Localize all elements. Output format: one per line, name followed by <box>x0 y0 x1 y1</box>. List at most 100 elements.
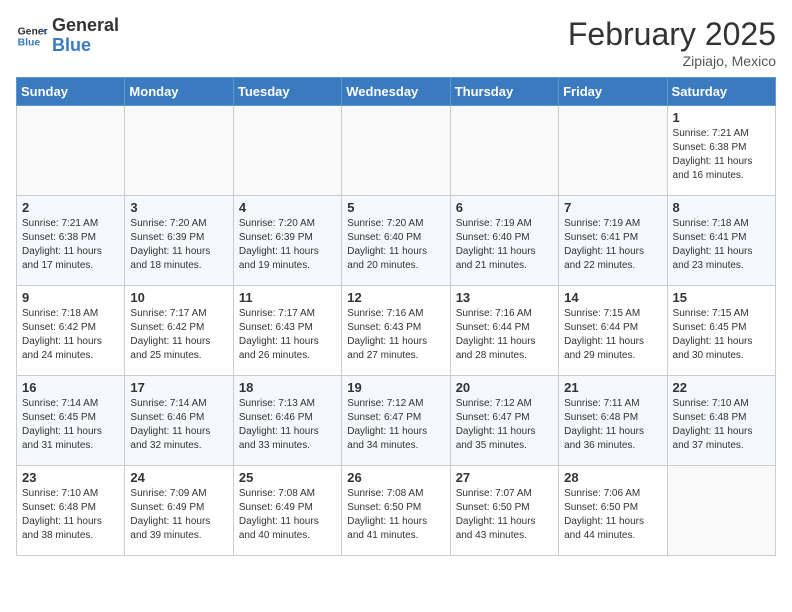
calendar-week-row: 2 Sunrise: 7:21 AM Sunset: 6:38 PM Daylig… <box>17 196 776 286</box>
calendar-cell: 12 Sunrise: 7:16 AM Sunset: 6:43 PM Dayli… <box>342 286 450 376</box>
calendar-cell: 11 Sunrise: 7:17 AM Sunset: 6:43 PM Dayli… <box>233 286 341 376</box>
day-number: 27 <box>456 470 553 485</box>
day-number: 16 <box>22 380 119 395</box>
day-number: 21 <box>564 380 661 395</box>
day-info: Sunrise: 7:21 AM Sunset: 6:38 PM Dayligh… <box>22 217 119 273</box>
calendar-cell: 23 Sunrise: 7:10 AM Sunset: 6:48 PM Dayli… <box>17 466 125 556</box>
day-number: 4 <box>239 200 336 215</box>
day-number: 1 <box>673 110 770 125</box>
calendar-cell: 19Sunrise: 7:12 AM Sunset: 6:47 PM Dayli… <box>342 376 450 466</box>
day-info: Sunrise: 7:21 AM Sunset: 6:38 PM Dayligh… <box>673 127 770 183</box>
day-number: 18 <box>239 380 336 395</box>
day-info: Sunrise: 7:11 AM Sunset: 6:48 PM Dayligh… <box>564 397 661 453</box>
calendar-cell: 8 Sunrise: 7:18 AM Sunset: 6:41 PM Daylig… <box>667 196 775 286</box>
day-info: Sunrise: 7:10 AM Sunset: 6:48 PM Dayligh… <box>673 397 770 453</box>
calendar-cell: 26 Sunrise: 7:08 AM Sunset: 6:50 PM Dayli… <box>342 466 450 556</box>
calendar-cell: 9Sunrise: 7:18 AM Sunset: 6:42 PM Daylig… <box>17 286 125 376</box>
calendar-cell: 21 Sunrise: 7:11 AM Sunset: 6:48 PM Dayli… <box>559 376 667 466</box>
calendar-cell: 22 Sunrise: 7:10 AM Sunset: 6:48 PM Dayli… <box>667 376 775 466</box>
month-year-title: February 2025 <box>568 16 776 53</box>
logo-icon: General Blue <box>16 20 48 52</box>
day-info: Sunrise: 7:08 AM Sunset: 6:49 PM Dayligh… <box>239 487 336 543</box>
calendar-cell: 20 Sunrise: 7:12 AM Sunset: 6:47 PM Dayli… <box>450 376 558 466</box>
calendar-cell: 5 Sunrise: 7:20 AM Sunset: 6:40 PM Daylig… <box>342 196 450 286</box>
day-number: 24 <box>130 470 227 485</box>
day-number: 11 <box>239 290 336 305</box>
calendar-cell <box>233 106 341 196</box>
calendar-week-row: 1 Sunrise: 7:21 AM Sunset: 6:38 PM Daylig… <box>17 106 776 196</box>
day-info: Sunrise: 7:16 AM Sunset: 6:43 PM Dayligh… <box>347 307 444 363</box>
calendar-cell: 14 Sunrise: 7:15 AM Sunset: 6:44 PM Dayli… <box>559 286 667 376</box>
calendar-cell: 28 Sunrise: 7:06 AM Sunset: 6:50 PM Dayli… <box>559 466 667 556</box>
calendar-cell: 10 Sunrise: 7:17 AM Sunset: 6:42 PM Dayli… <box>125 286 233 376</box>
day-number: 23 <box>22 470 119 485</box>
day-info: Sunrise: 7:10 AM Sunset: 6:48 PM Dayligh… <box>22 487 119 543</box>
day-info: Sunrise: 7:09 AM Sunset: 6:49 PM Dayligh… <box>130 487 227 543</box>
col-header-tuesday: Tuesday <box>233 78 341 106</box>
calendar-week-row: 9Sunrise: 7:18 AM Sunset: 6:42 PM Daylig… <box>17 286 776 376</box>
calendar-week-row: 16 Sunrise: 7:14 AM Sunset: 6:45 PM Dayli… <box>17 376 776 466</box>
day-number: 25 <box>239 470 336 485</box>
logo-text: General Blue <box>52 16 119 56</box>
col-header-sunday: Sunday <box>17 78 125 106</box>
calendar-cell: 18 Sunrise: 7:13 AM Sunset: 6:46 PM Dayli… <box>233 376 341 466</box>
calendar-cell <box>17 106 125 196</box>
day-info: Sunrise: 7:16 AM Sunset: 6:44 PM Dayligh… <box>456 307 553 363</box>
day-info: Sunrise: 7:12 AM Sunset: 6:47 PM Dayligh… <box>456 397 553 453</box>
day-number: 10 <box>130 290 227 305</box>
page-header: General Blue General Blue February 2025 … <box>16 16 776 69</box>
logo: General Blue General Blue <box>16 16 119 56</box>
calendar-cell <box>450 106 558 196</box>
calendar-cell: 17Sunrise: 7:14 AM Sunset: 6:46 PM Dayli… <box>125 376 233 466</box>
col-header-monday: Monday <box>125 78 233 106</box>
title-block: February 2025 Zipiajo, Mexico <box>568 16 776 69</box>
day-number: 14 <box>564 290 661 305</box>
day-number: 2 <box>22 200 119 215</box>
day-info: Sunrise: 7:19 AM Sunset: 6:40 PM Dayligh… <box>456 217 553 273</box>
day-info: Sunrise: 7:14 AM Sunset: 6:45 PM Dayligh… <box>22 397 119 453</box>
calendar-cell: 6 Sunrise: 7:19 AM Sunset: 6:40 PM Daylig… <box>450 196 558 286</box>
day-number: 22 <box>673 380 770 395</box>
day-number: 9 <box>22 290 119 305</box>
day-number: 7 <box>564 200 661 215</box>
col-header-wednesday: Wednesday <box>342 78 450 106</box>
svg-text:Blue: Blue <box>18 37 41 48</box>
day-number: 13 <box>456 290 553 305</box>
calendar-cell: 4 Sunrise: 7:20 AM Sunset: 6:39 PM Daylig… <box>233 196 341 286</box>
day-info: Sunrise: 7:07 AM Sunset: 6:50 PM Dayligh… <box>456 487 553 543</box>
day-info: Sunrise: 7:19 AM Sunset: 6:41 PM Dayligh… <box>564 217 661 273</box>
day-info: Sunrise: 7:20 AM Sunset: 6:40 PM Dayligh… <box>347 217 444 273</box>
day-number: 5 <box>347 200 444 215</box>
day-number: 12 <box>347 290 444 305</box>
day-number: 17 <box>130 380 227 395</box>
day-number: 20 <box>456 380 553 395</box>
day-info: Sunrise: 7:15 AM Sunset: 6:45 PM Dayligh… <box>673 307 770 363</box>
day-number: 15 <box>673 290 770 305</box>
day-info: Sunrise: 7:15 AM Sunset: 6:44 PM Dayligh… <box>564 307 661 363</box>
calendar-cell <box>125 106 233 196</box>
day-number: 26 <box>347 470 444 485</box>
day-number: 28 <box>564 470 661 485</box>
day-info: Sunrise: 7:06 AM Sunset: 6:50 PM Dayligh… <box>564 487 661 543</box>
day-info: Sunrise: 7:17 AM Sunset: 6:42 PM Dayligh… <box>130 307 227 363</box>
calendar-cell: 16 Sunrise: 7:14 AM Sunset: 6:45 PM Dayli… <box>17 376 125 466</box>
day-info: Sunrise: 7:08 AM Sunset: 6:50 PM Dayligh… <box>347 487 444 543</box>
calendar-cell: 27 Sunrise: 7:07 AM Sunset: 6:50 PM Dayli… <box>450 466 558 556</box>
col-header-saturday: Saturday <box>667 78 775 106</box>
calendar-header-row: SundayMondayTuesdayWednesdayThursdayFrid… <box>17 78 776 106</box>
day-number: 6 <box>456 200 553 215</box>
calendar-cell <box>342 106 450 196</box>
day-info: Sunrise: 7:13 AM Sunset: 6:46 PM Dayligh… <box>239 397 336 453</box>
day-info: Sunrise: 7:18 AM Sunset: 6:41 PM Dayligh… <box>673 217 770 273</box>
calendar-cell: 24 Sunrise: 7:09 AM Sunset: 6:49 PM Dayli… <box>125 466 233 556</box>
calendar-cell: 1 Sunrise: 7:21 AM Sunset: 6:38 PM Daylig… <box>667 106 775 196</box>
calendar-cell <box>559 106 667 196</box>
calendar-cell: 25 Sunrise: 7:08 AM Sunset: 6:49 PM Dayli… <box>233 466 341 556</box>
day-info: Sunrise: 7:17 AM Sunset: 6:43 PM Dayligh… <box>239 307 336 363</box>
day-info: Sunrise: 7:20 AM Sunset: 6:39 PM Dayligh… <box>239 217 336 273</box>
calendar-cell: 7 Sunrise: 7:19 AM Sunset: 6:41 PM Daylig… <box>559 196 667 286</box>
calendar-table: SundayMondayTuesdayWednesdayThursdayFrid… <box>16 77 776 556</box>
day-number: 8 <box>673 200 770 215</box>
calendar-week-row: 23 Sunrise: 7:10 AM Sunset: 6:48 PM Dayli… <box>17 466 776 556</box>
day-number: 3 <box>130 200 227 215</box>
